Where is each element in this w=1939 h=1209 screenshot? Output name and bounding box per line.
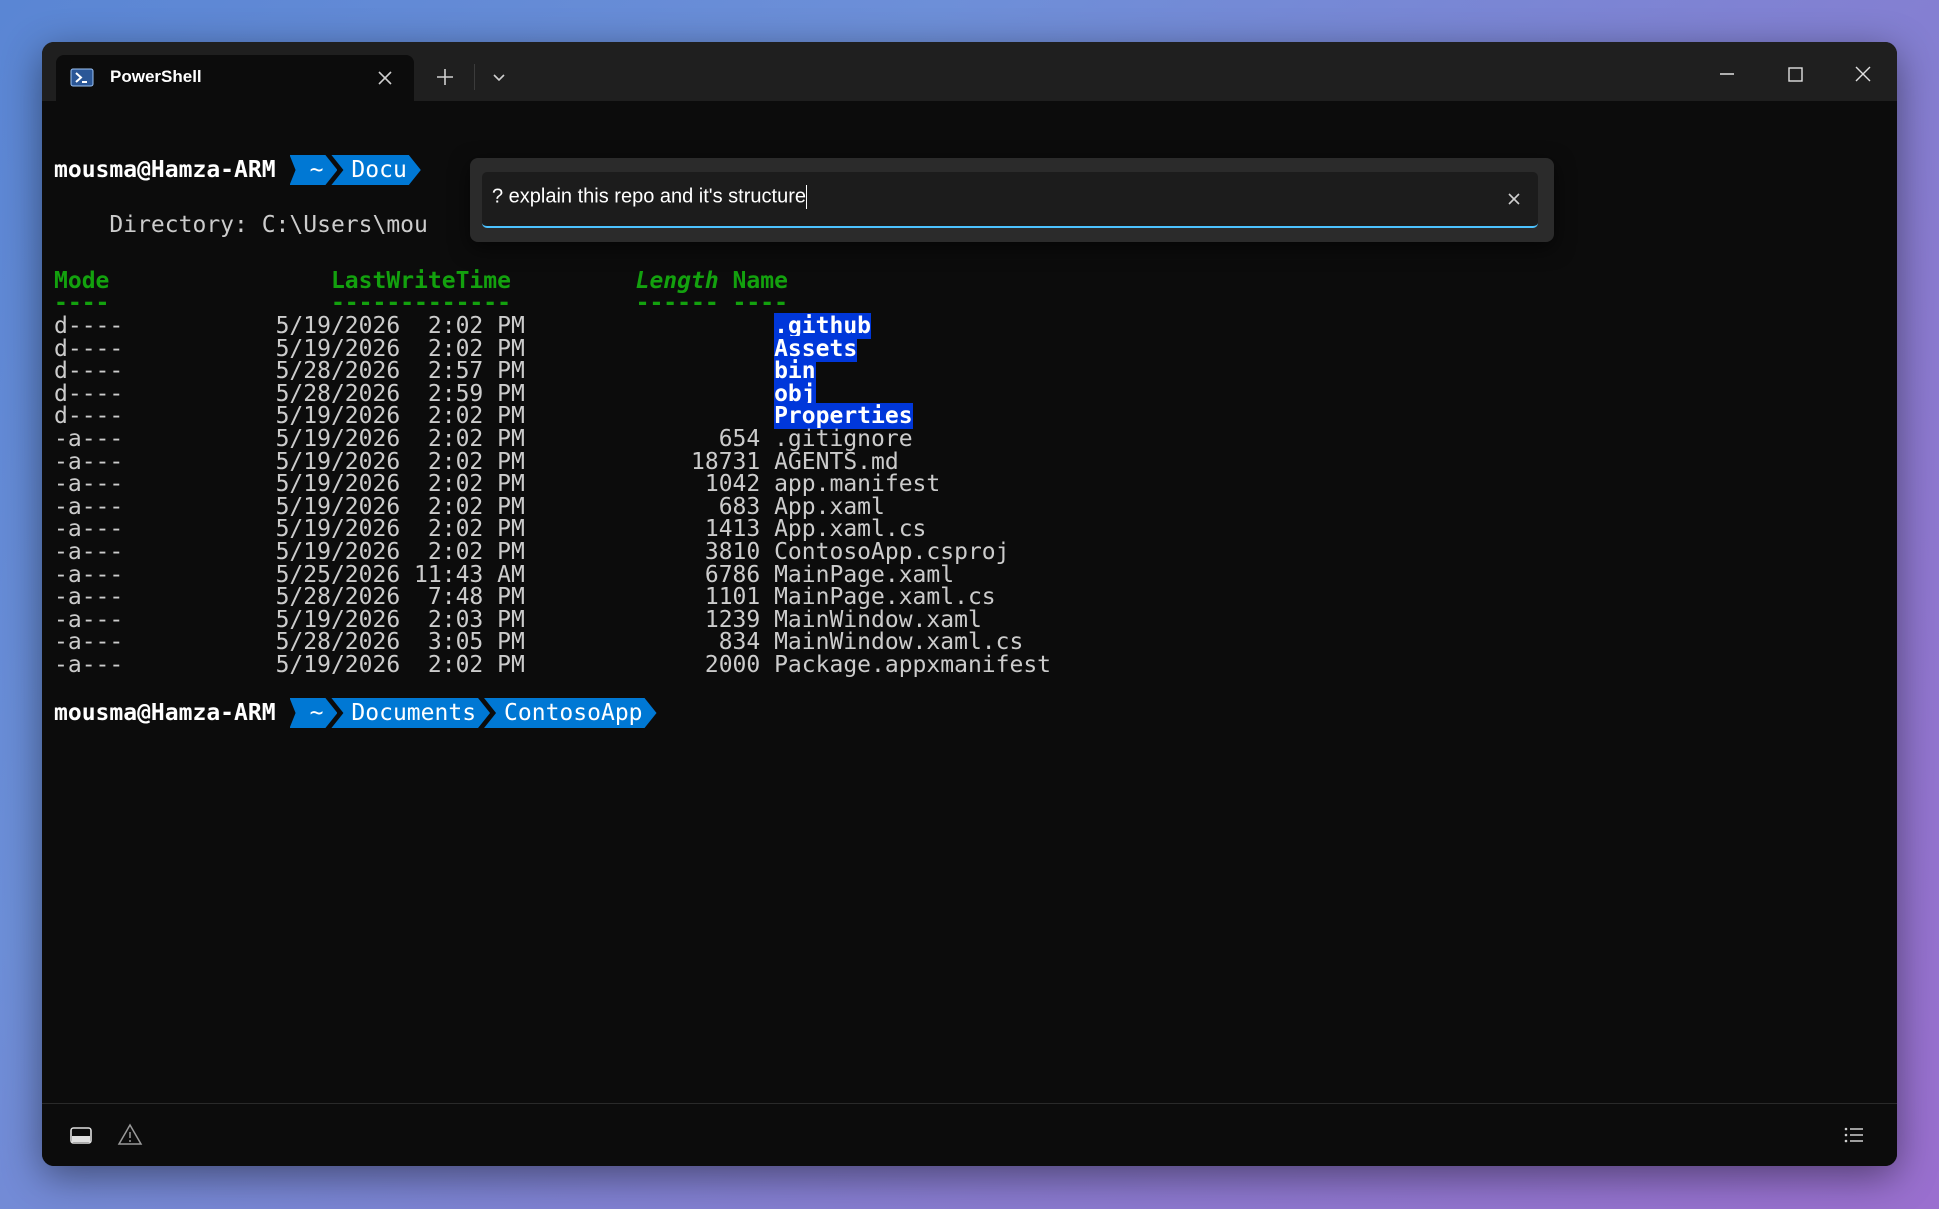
title-bar: PowerShell [42, 42, 1897, 101]
prompt-segment-home: ~ [290, 698, 338, 728]
row-name: Package.appxmanifest [774, 652, 1052, 678]
search-query: ? explain this repo and it's structure [492, 185, 806, 208]
table-row: -a--- 5/19/2026 2:02 PM 2000 Package.app… [54, 651, 1051, 679]
maximize-icon[interactable] [1775, 54, 1815, 94]
tab-title: PowerShell [110, 67, 202, 86]
panel-icon[interactable] [68, 1122, 94, 1148]
terminal-window: PowerShell mousma@Hamza-ARM ~ Docu Direc… [42, 42, 1897, 1166]
prompt-segment-documents: Documents [331, 698, 490, 728]
powershell-icon [70, 68, 94, 87]
status-bar [42, 1103, 1897, 1166]
prompt-segment-home: ~ [290, 155, 338, 185]
close-icon[interactable] [374, 67, 396, 89]
plus-icon[interactable] [432, 64, 458, 90]
close-icon[interactable] [1502, 187, 1526, 211]
prompt-user: mousma@Hamza-ARM [54, 157, 276, 183]
row-mode: -a--- [54, 652, 262, 678]
list-icon[interactable] [1841, 1122, 1867, 1148]
row-time: 2:02 PM [414, 652, 525, 678]
prompt-line-2: mousma@Hamza-ARM ~ Documents ContosoApp [54, 698, 651, 728]
chevron-down-icon[interactable] [486, 64, 512, 90]
prompt-line-1: mousma@Hamza-ARM ~ Docu [54, 155, 415, 185]
prompt-segment-documents: Docu [331, 155, 420, 185]
search-input[interactable]: ? explain this repo and it's structure [482, 172, 1538, 228]
terminal-output[interactable]: mousma@Hamza-ARM ~ Docu Directory: C:\Us… [54, 114, 1884, 1144]
row-date: 5/19/2026 [261, 652, 415, 678]
prompt-user: mousma@Hamza-ARM [54, 700, 276, 726]
row-length: 2000 [524, 652, 775, 678]
tab-powershell[interactable]: PowerShell [56, 55, 414, 101]
window-close-icon[interactable] [1843, 54, 1883, 94]
search-overlay: ? explain this repo and it's structure [470, 158, 1554, 242]
tab-separator [474, 64, 475, 90]
text-caret [805, 185, 807, 209]
prompt-segment-contosoapp: ContosoApp [484, 698, 656, 728]
warning-icon[interactable] [117, 1122, 143, 1148]
minimize-icon[interactable] [1707, 54, 1747, 94]
directory-line: Directory: C:\Users\mou [54, 212, 428, 238]
